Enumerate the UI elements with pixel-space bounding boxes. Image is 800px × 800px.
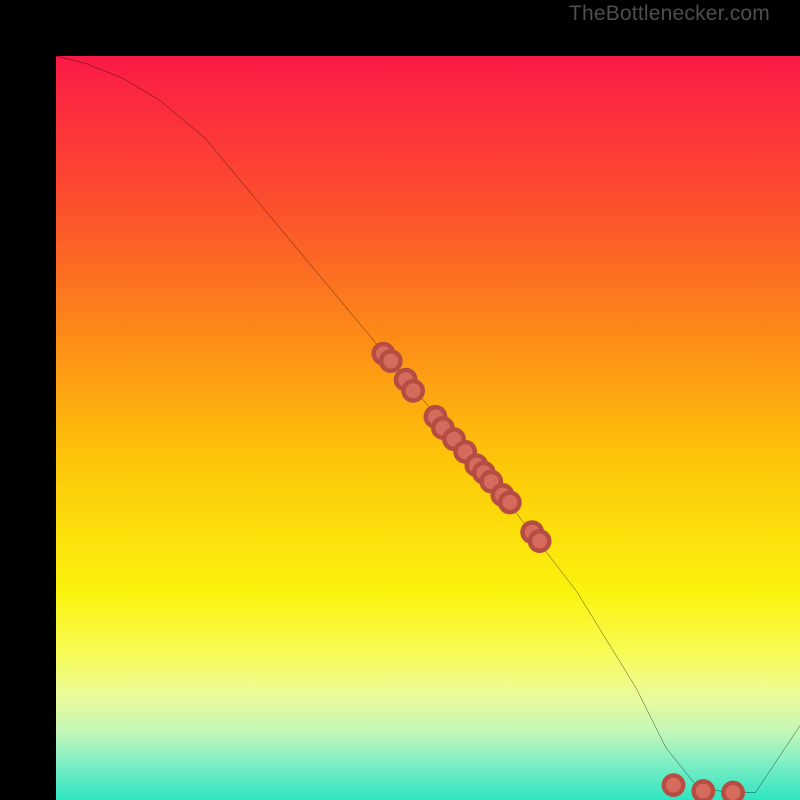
data-marker	[500, 493, 519, 512]
data-marker	[381, 351, 400, 370]
data-marker	[403, 381, 422, 400]
plot-area	[56, 56, 800, 800]
curve-svg	[56, 56, 800, 800]
watermark-text: TheBottlenecker.com	[569, 2, 770, 26]
data-marker	[723, 783, 742, 800]
data-markers	[374, 344, 743, 800]
data-marker	[694, 781, 713, 800]
chart-frame	[0, 0, 800, 800]
data-marker	[530, 531, 549, 550]
data-marker	[664, 775, 683, 794]
